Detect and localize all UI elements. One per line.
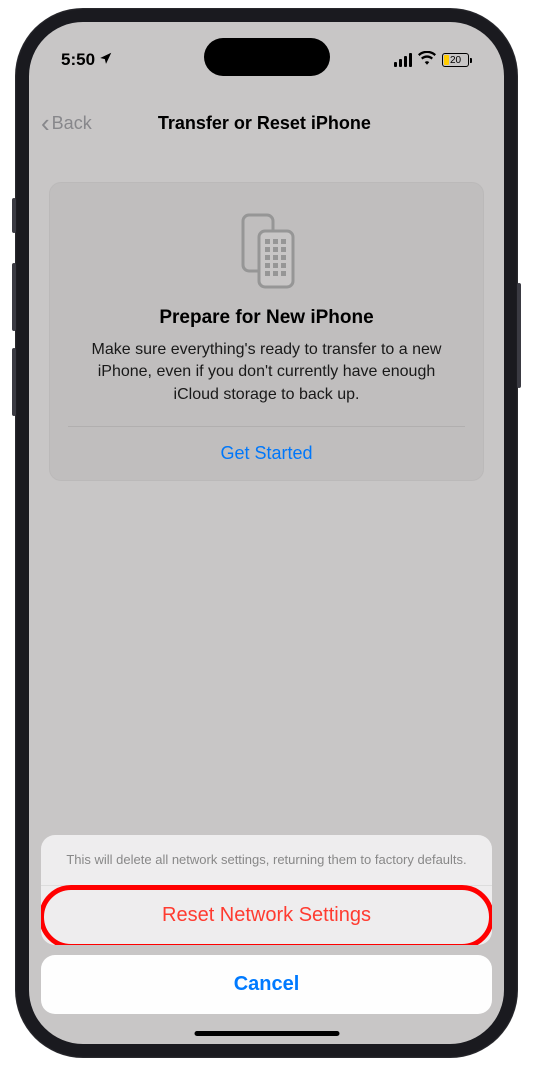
location-icon: [99, 50, 113, 70]
wifi-icon: [418, 51, 436, 70]
volume-down-button: [12, 348, 16, 416]
silent-switch: [12, 198, 16, 233]
battery-percent: 20: [450, 55, 461, 66]
sheet-group: This will delete all network settings, r…: [41, 835, 492, 945]
volume-up-button: [12, 263, 16, 331]
battery-icon: 20: [442, 53, 472, 67]
phone-frame: 5:50 20: [15, 8, 518, 1058]
home-indicator[interactable]: [194, 1031, 339, 1036]
screen: 5:50 20: [29, 22, 504, 1044]
action-sheet: This will delete all network settings, r…: [41, 835, 492, 1014]
cellular-icon: [394, 53, 412, 67]
sheet-message: This will delete all network settings, r…: [41, 835, 492, 886]
status-time-group: 5:50: [61, 50, 113, 70]
dynamic-island: [204, 38, 330, 76]
cancel-button[interactable]: Cancel: [41, 955, 492, 1014]
power-button: [517, 283, 521, 388]
status-right-group: 20: [394, 51, 472, 70]
status-time: 5:50: [61, 50, 95, 70]
reset-network-settings-button[interactable]: Reset Network Settings: [41, 886, 492, 945]
